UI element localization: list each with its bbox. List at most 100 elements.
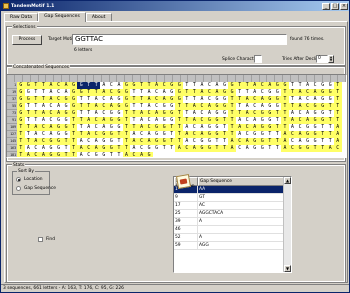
sequence-letter: T [41, 90, 45, 95]
target-motif-input[interactable]: GGTTAC [72, 34, 287, 45]
ruler-tick [157, 75, 165, 82]
sequence-letter: T [17, 152, 25, 157]
table-scrollbar[interactable]: ▲ ▼ [283, 177, 291, 272]
ruler-tick [173, 75, 181, 82]
sequence-letter: G [102, 139, 106, 144]
sequence-letter: T [326, 117, 334, 124]
sequence-letter: T [245, 90, 249, 95]
sequence-letter: G [215, 111, 219, 116]
location-radio[interactable] [16, 177, 21, 182]
ruler-tick [275, 75, 284, 82]
sequence-letter: A [162, 90, 166, 95]
sequence-letter: G [213, 103, 221, 110]
tries-spinner-button[interactable]: ▲ ▼ [328, 55, 334, 63]
close-button[interactable]: × [340, 2, 348, 10]
sequence-letter: C [192, 125, 196, 130]
table-row[interactable]: 39 A [174, 218, 291, 226]
sequence-letter: A [79, 153, 83, 158]
tab-gap-sequences[interactable]: Gap Sequences [38, 12, 86, 22]
sequence-letter: G [115, 103, 123, 110]
sequence-letter: C [147, 118, 151, 123]
sequence-letter: T [24, 124, 33, 131]
ruler-tick [252, 75, 260, 82]
sequence-letter: G [117, 111, 121, 116]
sequence-letter: G [155, 132, 159, 137]
scroll-down-icon[interactable]: ▼ [284, 265, 291, 272]
sequence-letter: A [306, 111, 309, 116]
ruler-tick [236, 75, 244, 82]
sequence-letter: C [243, 124, 251, 131]
table-row[interactable]: 9 GT [174, 194, 291, 202]
maximize-button[interactable]: □ [331, 2, 339, 10]
sequence-letter: A [107, 103, 116, 110]
ruler-tick [267, 75, 276, 82]
sequence-letter: G [228, 89, 236, 96]
ruler-tick [283, 75, 292, 82]
sequence-letter: T [291, 83, 294, 88]
sequence-letter: C [145, 110, 153, 117]
sequence-letter: C [313, 83, 317, 88]
ruler-tick [117, 75, 126, 82]
sequence-letter: G [64, 132, 68, 137]
sequence-letter: G [215, 125, 219, 130]
sequence-letter: T [79, 97, 83, 102]
sequence-letter: C [245, 118, 249, 123]
tries-after-decline-input[interactable]: 0 [316, 55, 328, 63]
sequence-letter: A [147, 90, 151, 95]
sequence-letter: A [160, 96, 168, 103]
table-row[interactable]: 25 AGGCTACA [174, 210, 291, 218]
sequence-letter: T [273, 124, 282, 131]
sequence-letter: A [26, 146, 30, 151]
table-row[interactable]: 17 AC [174, 202, 291, 210]
table-row[interactable]: 46 [174, 226, 291, 234]
sequence-row: 1GGTTACAGGTTACAGGTTACGGTTACAGGTTACAGGTTA… [7, 82, 346, 89]
table-row[interactable]: 52 A [174, 234, 291, 242]
sequence-letter: T [122, 145, 131, 152]
motif-gap-table[interactable]: Motif Location Gap Sequence 1AA9GT17AC25… [173, 176, 292, 273]
sequence-letter: T [223, 125, 226, 130]
sequence-letter: A [87, 125, 91, 130]
sort-by-group: Sort By Location Gap Sequence [12, 169, 56, 195]
sequence-letter: C [39, 138, 48, 145]
sequence-letter: A [94, 139, 98, 144]
sequence-letter: G [318, 89, 327, 96]
sequence-letter: A [145, 138, 153, 145]
sequence-letter: T [137, 96, 146, 103]
sequence-letter: G [167, 82, 176, 89]
sequence-letter: A [155, 118, 159, 123]
motif-location-cell: 46 [174, 226, 198, 233]
sequence-letter: C [47, 110, 55, 117]
export-icon[interactable] [175, 173, 192, 190]
minimize-button[interactable]: _ [322, 2, 330, 10]
process-button[interactable]: Process [12, 35, 42, 45]
find-checkbox[interactable] [38, 237, 43, 242]
sequence-letter: A [183, 131, 191, 138]
splice-character-input[interactable] [254, 55, 262, 63]
sequence-letter: C [190, 131, 199, 138]
sequence-letter: T [64, 146, 68, 151]
gap-sequence-radio[interactable] [16, 186, 21, 191]
sequence-letter: G [223, 83, 226, 88]
sequence-letter: C [107, 89, 116, 96]
scroll-up-icon[interactable]: ▲ [284, 177, 291, 184]
sequence-letter: T [328, 139, 332, 144]
sequence-letter: G [220, 89, 229, 96]
column-header-gap-sequence[interactable]: Gap Sequence [198, 177, 284, 186]
table-row[interactable]: 1 AA [174, 186, 291, 194]
table-row[interactable]: 59 AGG [174, 242, 291, 250]
sequence-letter: T [228, 103, 236, 110]
sequence-letter: C [94, 125, 98, 130]
sequence-letter: T [79, 125, 83, 130]
sequence-letter: T [24, 138, 33, 145]
ruler-tick [125, 75, 134, 82]
sequence-letter: G [266, 110, 274, 117]
sequence-letter: G [313, 125, 317, 130]
sequence-letter: T [17, 138, 25, 145]
sequence-letter: C [250, 110, 259, 117]
sequence-letter: T [122, 117, 131, 124]
sequence-letter: T [333, 117, 342, 124]
sequence-letter: T [311, 145, 319, 152]
concatenated-sequence-grid[interactable]: 1GGTTACAGGTTACAGGTTACGGTTACAGGTTACAGGTTA… [6, 74, 347, 158]
ruler-tick [204, 75, 213, 82]
sequence-letter: C [303, 89, 312, 96]
